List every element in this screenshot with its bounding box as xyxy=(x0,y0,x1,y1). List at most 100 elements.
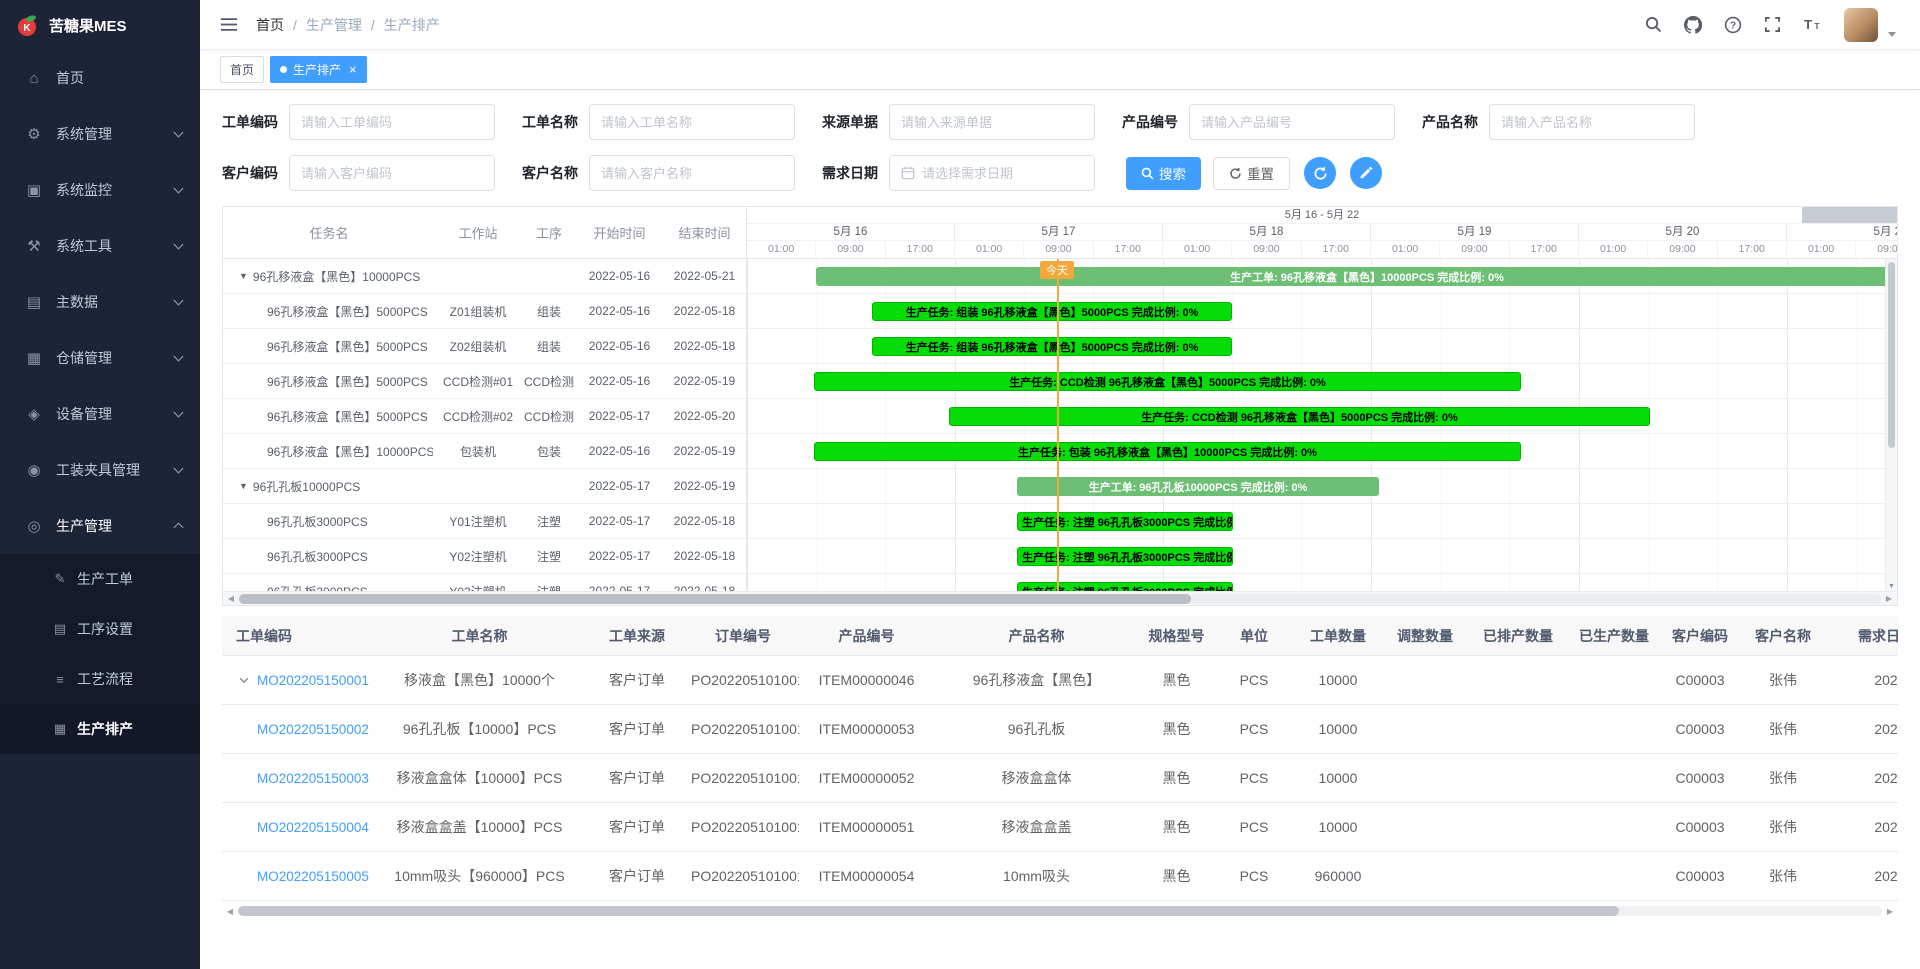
order-code-link[interactable]: MO202205150002 xyxy=(257,722,369,737)
close-icon[interactable]: × xyxy=(349,63,357,76)
chevron-down-icon[interactable] xyxy=(1888,32,1896,37)
gantt-hour-header: 17:00 xyxy=(886,241,955,258)
github-icon[interactable] xyxy=(1684,16,1702,34)
sidebar-item-6[interactable]: ◈设备管理 xyxy=(0,386,200,442)
gantt-task-row[interactable]: 96孔孔板3000PCSY03注塑机注塑2022-05-172022-05-18 xyxy=(223,574,746,591)
filter-text-input[interactable] xyxy=(289,155,495,191)
table-horizontal-scrollbar[interactable]: ◀ ▶ xyxy=(222,904,1898,918)
scrollbar-thumb[interactable] xyxy=(1888,262,1895,448)
gantt-task-row[interactable]: 96孔孔板3000PCSY01注塑机注塑2022-05-172022-05-18 xyxy=(223,504,746,539)
order-code-link[interactable]: MO202205150003 xyxy=(257,771,369,786)
order-row[interactable]: MO202205150003移液盒盒体【10000】PCS客户订单PO20220… xyxy=(222,754,1898,803)
gantt-task-row[interactable]: 96孔孔板3000PCSY02注塑机注塑2022-05-172022-05-18 xyxy=(223,539,746,574)
sidebar-item-8[interactable]: ◎生产管理 xyxy=(0,498,200,554)
gantt-bar-task[interactable]: 生产任务: 组装 96孔移液盒【黑色】5000PCS 完成比例: 0% xyxy=(872,337,1232,356)
scrollbar-thumb[interactable] xyxy=(238,906,1619,916)
filter-text-input[interactable] xyxy=(289,104,495,140)
avatar[interactable] xyxy=(1844,8,1878,42)
gantt-task-row[interactable]: 96孔移液盒【黑色】5000PCSCCD检测#01CCD检测2022-05-16… xyxy=(223,364,746,399)
help-icon[interactable]: ? xyxy=(1724,16,1742,34)
sidebar-item-5[interactable]: ▦仓储管理 xyxy=(0,330,200,386)
gantt-bar-task[interactable]: 生产任务: CCD检测 96孔移液盒【黑色】5000PCS 完成比例: 0% xyxy=(949,407,1650,426)
demand-date-input[interactable] xyxy=(889,155,1095,191)
filter-text-input[interactable] xyxy=(1489,104,1695,140)
search-icon[interactable] xyxy=(1645,16,1662,33)
filter-input[interactable] xyxy=(1501,115,1683,130)
tab-0[interactable]: 首页 xyxy=(220,56,264,83)
tab-1[interactable]: 生产排产× xyxy=(270,56,367,83)
filter-input[interactable] xyxy=(901,115,1083,130)
order-row[interactable]: MO20220515000296孔孔板【10000】PCS客户订单PO20220… xyxy=(222,705,1898,754)
scroll-left-arrow-icon[interactable]: ◀ xyxy=(224,907,236,916)
task-process-cell: CCD检测 xyxy=(521,408,577,425)
gantt-vertical-scrollbar[interactable]: ▼ xyxy=(1885,259,1897,591)
search-button[interactable]: 搜索 xyxy=(1126,157,1201,190)
sidebar-item-1[interactable]: ⚙系统管理 xyxy=(0,106,200,162)
scrollbar-track[interactable] xyxy=(239,594,1881,604)
sidebar-subitem-3[interactable]: ▦生产排产 xyxy=(0,704,200,754)
task-end-cell: 2022-05-21 xyxy=(662,269,746,283)
filter-input[interactable] xyxy=(301,115,483,130)
scrollbar-track[interactable] xyxy=(238,906,1882,916)
gantt-bar-work-order[interactable]: 生产工单: 96孔移液盒【黑色】10000PCS 完成比例: 0% xyxy=(816,267,1897,286)
scrollbar-thumb[interactable] xyxy=(239,594,1191,604)
filter-label: 产品名称 xyxy=(1422,112,1478,132)
gantt-task-row[interactable]: 96孔移液盒【黑色】5000PCSZ02组装机组装2022-05-162022-… xyxy=(223,329,746,364)
sidebar-item-0[interactable]: ⌂首页 xyxy=(0,50,200,106)
order-row[interactable]: MO202205150001移液盒【黑色】10000个客户订单PO2022051… xyxy=(222,656,1898,705)
reset-button[interactable]: 重置 xyxy=(1213,157,1290,190)
task-start-cell: 2022-05-17 xyxy=(577,514,662,528)
scroll-right-arrow-icon[interactable]: ▶ xyxy=(1884,907,1896,916)
filter-input[interactable] xyxy=(1201,115,1383,130)
fullscreen-icon[interactable] xyxy=(1764,16,1781,33)
gantt-bar-task[interactable]: 生产任务: 注塑 96孔孔板3000PCS 完成比例: 0% xyxy=(1017,582,1233,591)
scroll-down-arrow-icon[interactable]: ▼ xyxy=(1886,583,1897,590)
gantt-bar-task[interactable]: 生产任务: 组装 96孔移液盒【黑色】5000PCS 完成比例: 0% xyxy=(872,302,1232,321)
sidebar-item-2[interactable]: ▣系统监控 xyxy=(0,162,200,218)
order-code-link[interactable]: MO202205150004 xyxy=(257,820,369,835)
gantt-horizontal-scrollbar[interactable]: ◀ ▶ xyxy=(223,591,1897,605)
gantt-task-row[interactable]: 96孔移液盒【黑色】10000PCS包装机包装2022-05-162022-05… xyxy=(223,434,746,469)
filter-text-input[interactable] xyxy=(889,104,1095,140)
sidebar-subitem-0[interactable]: ✎生产工单 xyxy=(0,554,200,604)
sidebar-subitem-2[interactable]: ≡工艺流程 xyxy=(0,654,200,704)
sidebar-subitem-1[interactable]: ▤工序设置 xyxy=(0,604,200,654)
filter-input[interactable] xyxy=(601,115,783,130)
hamburger-icon[interactable] xyxy=(216,13,242,36)
sidebar-item-3[interactable]: ⚒系统工具 xyxy=(0,218,200,274)
filter-text-input[interactable] xyxy=(589,104,795,140)
gantt-bar-work-order[interactable]: 生产工单: 96孔孔板10000PCS 完成比例: 0% xyxy=(1017,477,1379,496)
filter-label: 工单编码 xyxy=(222,112,278,132)
breadcrumb-item[interactable]: 生产管理 xyxy=(306,15,362,35)
gantt-bar-task[interactable]: 生产任务: 注塑 96孔孔板3000PCS 完成比例: 0% xyxy=(1017,547,1233,566)
filter-text-input[interactable] xyxy=(589,155,795,191)
filter-input[interactable] xyxy=(922,166,1083,181)
collapse-icon[interactable]: ▼ xyxy=(239,271,248,281)
expand-row-icon[interactable] xyxy=(236,674,252,686)
breadcrumb-item[interactable]: 首页 xyxy=(256,15,284,35)
order-cell: 202 xyxy=(1826,672,1898,688)
gantt-task-row[interactable]: ▼96孔移液盒【黑色】10000PCS2022-05-162022-05-21 xyxy=(223,259,746,294)
order-row[interactable]: MO20220515000510mm吸头【960000】PCS客户订单PO202… xyxy=(222,852,1898,901)
filter-input[interactable] xyxy=(301,166,483,181)
gantt-task-row[interactable]: ▼96孔孔板10000PCS2022-05-172022-05-19 xyxy=(223,469,746,504)
sidebar-item-4[interactable]: ▤主数据 xyxy=(0,274,200,330)
app-logo[interactable]: K 苦糖果MES xyxy=(0,0,200,50)
gantt-bar-task[interactable]: 生产任务: 注塑 96孔孔板3000PCS 完成比例: 0% xyxy=(1017,512,1233,531)
order-code-link[interactable]: MO202205150001 xyxy=(257,673,369,688)
auto-schedule-button[interactable] xyxy=(1304,157,1336,189)
filter-text-input[interactable] xyxy=(1189,104,1395,140)
order-row[interactable]: MO202205150004移液盒盒盖【10000】PCS客户订单PO20220… xyxy=(222,803,1898,852)
gantt-task-row[interactable]: 96孔移液盒【黑色】5000PCSZ01组装机组装2022-05-162022-… xyxy=(223,294,746,329)
gantt-task-row[interactable]: 96孔移液盒【黑色】5000PCSCCD检测#02CCD检测2022-05-17… xyxy=(223,399,746,434)
manual-schedule-button[interactable] xyxy=(1350,157,1382,189)
gantt-bar-task[interactable]: 生产任务: CCD检测 96孔移液盒【黑色】5000PCS 完成比例: 0% xyxy=(814,372,1521,391)
order-code-link[interactable]: MO202205150005 xyxy=(257,869,369,884)
scroll-right-arrow-icon[interactable]: ▶ xyxy=(1883,594,1895,603)
collapse-icon[interactable]: ▼ xyxy=(239,481,248,491)
gantt-bar-task[interactable]: 生产任务: 包装 96孔移液盒【黑色】10000PCS 完成比例: 0% xyxy=(814,442,1521,461)
sidebar-item-7[interactable]: ◉工装夹具管理 xyxy=(0,442,200,498)
scroll-left-arrow-icon[interactable]: ◀ xyxy=(225,594,237,603)
filter-input[interactable] xyxy=(601,166,783,181)
font-size-icon[interactable]: TT xyxy=(1803,16,1822,33)
